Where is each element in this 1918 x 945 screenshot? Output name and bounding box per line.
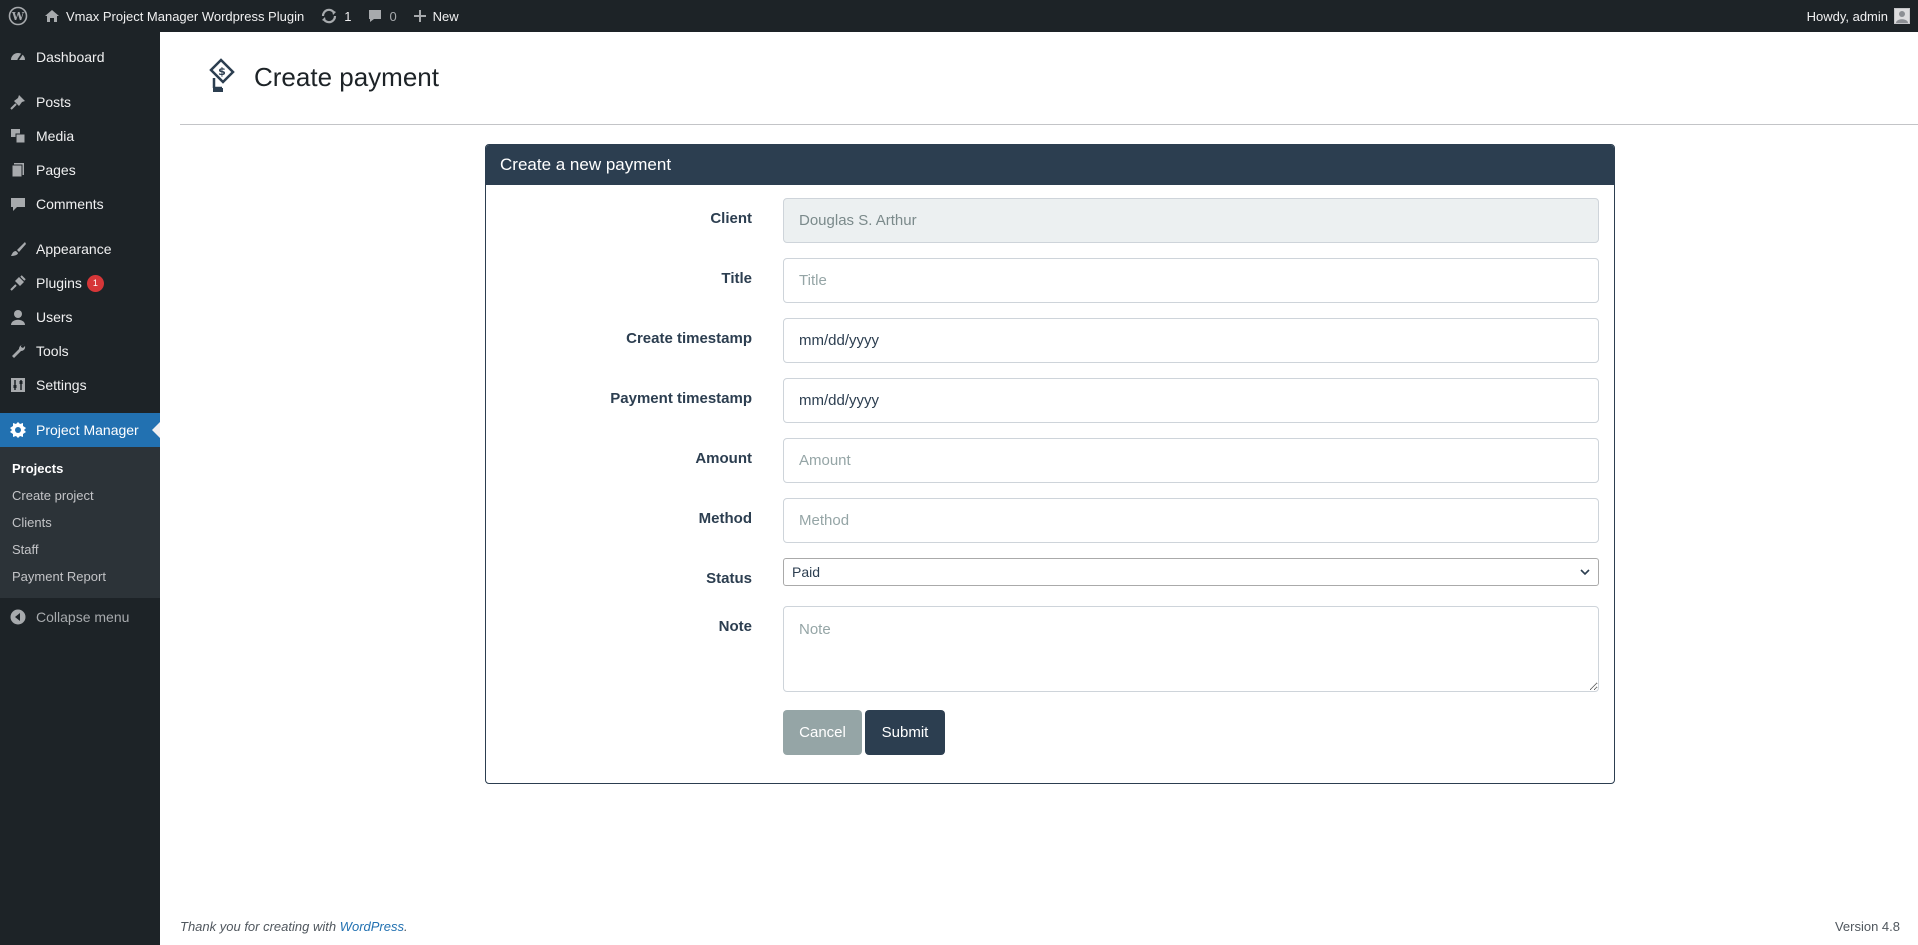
submenu-item-staff[interactable]: Staff xyxy=(0,536,160,563)
admin-bar: W Vmax Project Manager Wordpress Plugin … xyxy=(0,0,1918,32)
sidebar-item-appearance[interactable]: Appearance xyxy=(0,232,160,266)
home-icon xyxy=(44,8,60,24)
method-input[interactable] xyxy=(783,498,1599,543)
title-input[interactable] xyxy=(783,258,1599,303)
site-name-link[interactable]: Vmax Project Manager Wordpress Plugin xyxy=(36,0,312,32)
payment-timestamp-label: Payment timestamp xyxy=(610,390,752,407)
submenu-item-projects[interactable]: Projects xyxy=(0,455,160,482)
create-timestamp-input[interactable]: mm/dd/yyyy xyxy=(783,318,1599,363)
card-header: Create a new payment xyxy=(486,145,1614,185)
cancel-button[interactable]: Cancel xyxy=(783,710,862,755)
gear-icon xyxy=(8,420,28,440)
collapse-arrow-icon xyxy=(8,607,28,627)
new-label: New xyxy=(432,8,459,24)
main-content: $ Create payment Create a new payment Cl… xyxy=(160,32,1918,945)
avatar xyxy=(1894,8,1910,24)
sidebar-item-label: Settings xyxy=(36,377,87,393)
project-manager-submenu: Projects Create project Clients Staff Pa… xyxy=(0,447,160,598)
comment-bubble-icon xyxy=(367,8,383,24)
submenu-item-create-project[interactable]: Create project xyxy=(0,482,160,509)
sidebar-item-label: Users xyxy=(36,309,73,325)
footer-version: Version 4.8 xyxy=(1834,919,1900,934)
plus-icon xyxy=(413,9,427,23)
page-title: Create payment xyxy=(254,62,439,92)
footer-thanks-prefix: Thank you for creating with xyxy=(180,919,340,934)
sidebar-item-label: Posts xyxy=(36,94,72,110)
sidebar-item-label: Project Manager xyxy=(36,422,139,438)
collapse-menu-label: Collapse menu xyxy=(36,609,130,625)
user-icon xyxy=(8,307,28,327)
sidebar-item-label: Media xyxy=(36,128,75,144)
menu-separator xyxy=(0,221,160,232)
note-textarea[interactable] xyxy=(783,606,1599,692)
note-label: Note xyxy=(718,618,752,635)
sidebar-item-project-manager[interactable]: Project Manager xyxy=(0,413,160,447)
sidebar-item-posts[interactable]: Posts xyxy=(0,85,160,119)
comments-link[interactable]: 0 xyxy=(359,0,404,32)
method-label: Method xyxy=(698,510,752,527)
media-icon xyxy=(8,126,28,146)
dashboard-icon xyxy=(8,47,28,67)
menu-separator xyxy=(0,74,160,85)
settings-icon xyxy=(8,375,28,395)
collapse-menu-button[interactable]: Collapse menu xyxy=(0,600,160,634)
submenu-item-payment-report[interactable]: Payment Report xyxy=(0,563,160,590)
footer-thanks-suffix: . xyxy=(404,919,408,934)
sidebar-item-label: Appearance xyxy=(36,241,112,257)
new-content-link[interactable]: New xyxy=(405,0,467,32)
sidebar-item-label: Dashboard xyxy=(36,49,105,65)
submit-button[interactable]: Submit xyxy=(865,710,945,755)
title-label: Title xyxy=(721,270,752,287)
sidebar-item-comments[interactable]: Comments xyxy=(0,187,160,221)
sidebar-item-label: Comments xyxy=(36,196,104,212)
amount-label: Amount xyxy=(695,450,752,467)
svg-text:W: W xyxy=(11,10,25,23)
svg-text:$: $ xyxy=(218,65,226,78)
status-label: Status xyxy=(706,570,752,587)
brush-icon xyxy=(8,239,28,259)
footer-thanks: Thank you for creating with WordPress. xyxy=(180,919,408,934)
status-selected-value: Paid xyxy=(792,564,821,580)
wordpress-logo-button[interactable]: W xyxy=(0,0,36,32)
comments-count: 0 xyxy=(389,8,397,24)
pages-icon xyxy=(8,160,28,180)
refresh-icon xyxy=(320,7,338,25)
menu-separator xyxy=(0,402,160,413)
plug-icon xyxy=(8,273,28,293)
wordpress-logo-icon: W xyxy=(8,6,28,26)
site-name: Vmax Project Manager Wordpress Plugin xyxy=(66,8,305,24)
chevron-down-icon xyxy=(1580,564,1590,580)
sidebar-item-pages[interactable]: Pages xyxy=(0,153,160,187)
payment-hand-icon: $ xyxy=(206,58,240,96)
sidebar-item-label: Pages xyxy=(36,162,76,178)
sidebar-item-label: Tools xyxy=(36,343,69,359)
create-timestamp-label: Create timestamp xyxy=(626,330,752,347)
client-field: Douglas S. Arthur xyxy=(783,198,1599,243)
payment-timestamp-input[interactable]: mm/dd/yyyy xyxy=(783,378,1599,423)
wordpress-link[interactable]: WordPress xyxy=(340,919,404,934)
comment-icon xyxy=(8,194,28,214)
amount-input[interactable] xyxy=(783,438,1599,483)
plugins-update-badge: 1 xyxy=(86,274,104,292)
sidebar-item-media[interactable]: Media xyxy=(0,119,160,153)
pin-icon xyxy=(8,92,28,112)
payment-form-card: Create a new payment Client Douglas S. A… xyxy=(485,144,1615,784)
page-header: $ Create payment xyxy=(180,56,1918,125)
sidebar-item-dashboard[interactable]: Dashboard xyxy=(0,40,160,74)
sidebar-item-settings[interactable]: Settings xyxy=(0,368,160,402)
sidebar-item-plugins[interactable]: Plugins 1 xyxy=(0,266,160,300)
howdy-text: Howdy, admin xyxy=(1806,8,1888,24)
status-select[interactable]: Paid xyxy=(783,558,1599,586)
sidebar-item-tools[interactable]: Tools xyxy=(0,334,160,368)
client-label: Client xyxy=(710,210,752,227)
wrench-icon xyxy=(8,341,28,361)
sidebar-item-users[interactable]: Users xyxy=(0,300,160,334)
my-account-link[interactable]: Howdy, admin xyxy=(1799,0,1918,32)
admin-sidebar: Dashboard Posts Media Pages Comments App… xyxy=(0,32,160,945)
submenu-item-clients[interactable]: Clients xyxy=(0,509,160,536)
sidebar-item-label: Plugins xyxy=(36,275,82,291)
updates-count: 1 xyxy=(344,8,352,24)
updates-link[interactable]: 1 xyxy=(312,0,359,32)
